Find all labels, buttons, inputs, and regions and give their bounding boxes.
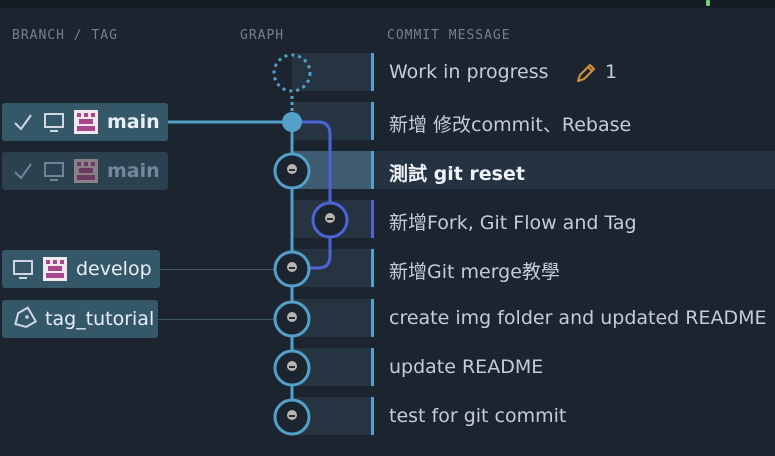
check-icon bbox=[14, 163, 32, 180]
branch-pill-main-remote[interactable]: main bbox=[2, 103, 168, 141]
branch-name: main bbox=[107, 111, 160, 133]
tag-name: tag_tutorial bbox=[45, 308, 155, 330]
branch-name: main bbox=[107, 160, 160, 182]
avatar-icon bbox=[74, 110, 98, 134]
computer-icon bbox=[13, 260, 33, 279]
branch-name: develop bbox=[76, 258, 152, 280]
commit-graph bbox=[168, 53, 349, 436]
tag-icon bbox=[14, 306, 37, 328]
branch-pill-main-local[interactable]: main bbox=[2, 152, 168, 190]
wip-node[interactable] bbox=[272, 53, 312, 93]
computer-icon bbox=[44, 113, 64, 132]
avatar-icon bbox=[43, 257, 67, 281]
head-node[interactable] bbox=[282, 112, 302, 132]
tag-pill-tutorial[interactable]: tag_tutorial bbox=[2, 300, 158, 338]
check-icon bbox=[14, 114, 32, 131]
branch-pill-develop[interactable]: develop bbox=[2, 250, 160, 288]
avatar-icon bbox=[74, 159, 98, 183]
computer-icon bbox=[44, 162, 64, 181]
